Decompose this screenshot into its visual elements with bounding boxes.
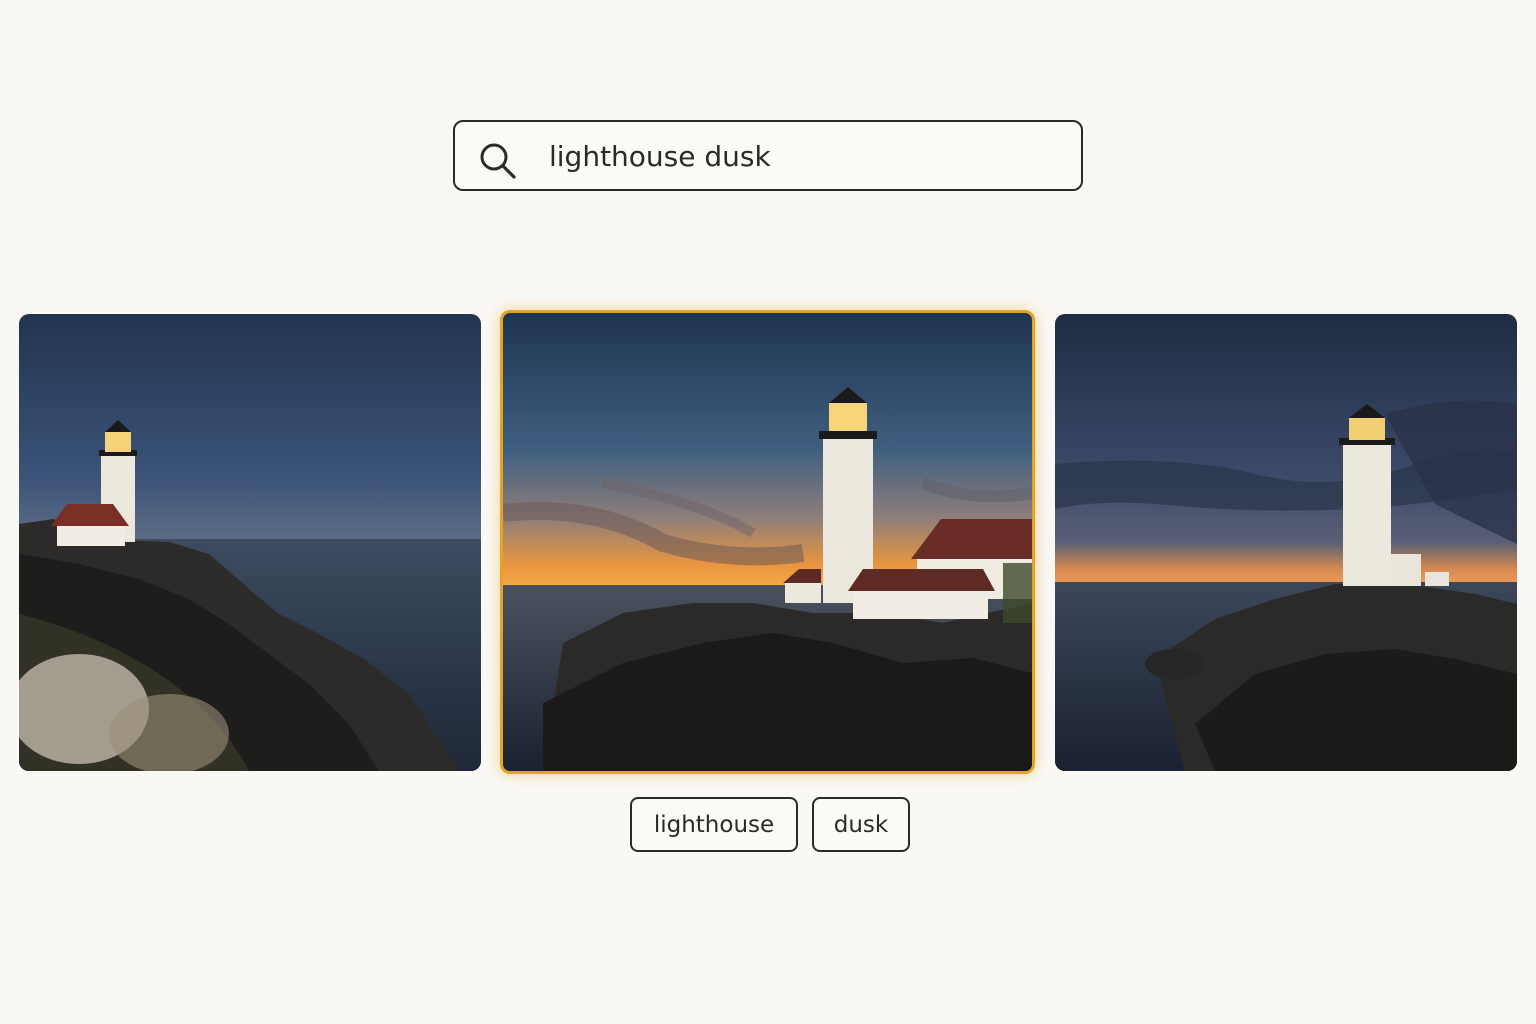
- result-image-left[interactable]: [19, 314, 481, 771]
- lighthouse-photo-left: [19, 314, 481, 771]
- result-image-center-selected[interactable]: [500, 310, 1035, 774]
- result-image-right[interactable]: [1055, 314, 1517, 771]
- search-bar[interactable]: [453, 120, 1083, 191]
- search-input[interactable]: [549, 134, 1049, 178]
- tag-chip-lighthouse[interactable]: lighthouse: [630, 797, 798, 852]
- lighthouse-photo-right: [1055, 314, 1517, 771]
- tag-chip-dusk[interactable]: dusk: [812, 797, 910, 852]
- search-icon: [480, 143, 516, 179]
- image-search-page: lighthouse dusk: [0, 0, 1536, 1024]
- lighthouse-photo-center: [503, 313, 1032, 771]
